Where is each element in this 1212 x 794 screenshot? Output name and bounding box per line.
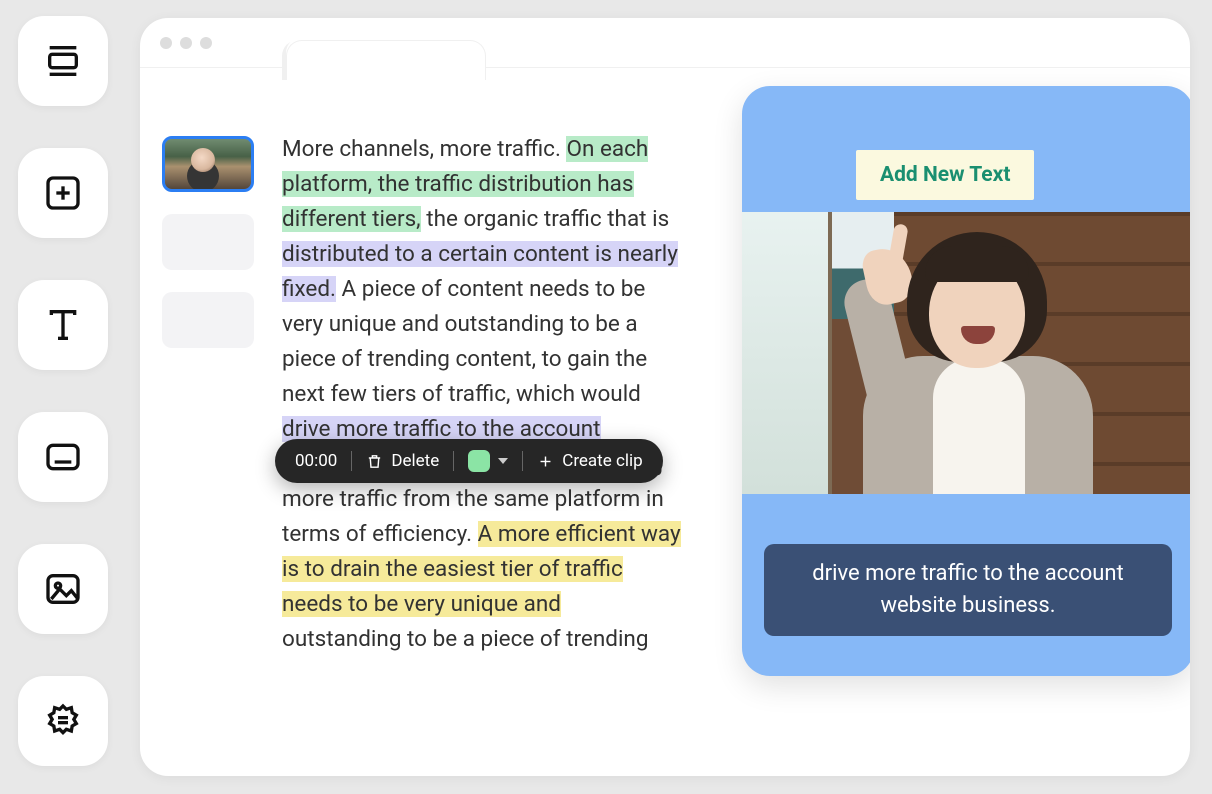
video-frame[interactable] — [742, 212, 1190, 494]
add-icon — [43, 173, 83, 213]
clip-thumb-2[interactable] — [162, 214, 254, 270]
layout-icon — [43, 41, 83, 81]
video-caption[interactable]: drive more traffic to the account websit… — [764, 544, 1172, 636]
transcript-panel: More channels, more traffic. On each pla… — [262, 88, 687, 776]
video-preview: Add New Text drive more traffic to the a… — [742, 86, 1190, 676]
delete-label: Delete — [391, 451, 439, 471]
minimize-dot[interactable] — [180, 37, 192, 49]
speaker-illustration — [837, 228, 1097, 488]
text-icon — [43, 305, 83, 345]
clip-thumb-3[interactable] — [162, 292, 254, 348]
transcript-text[interactable]: More channels, more traffic. On each pla… — [282, 132, 681, 657]
active-tab[interactable] — [286, 40, 486, 80]
tool-image[interactable] — [18, 544, 108, 634]
caption-line: drive more traffic to the account — [812, 561, 1123, 586]
toolbar-timestamp: 00:00 — [295, 451, 337, 471]
tool-subtitle[interactable] — [18, 412, 108, 502]
trash-icon — [366, 453, 383, 470]
clip-thumbnails — [162, 88, 262, 776]
tool-badge[interactable] — [18, 676, 108, 766]
window-controls[interactable] — [160, 37, 212, 49]
highlight-color-picker[interactable] — [468, 450, 508, 472]
maximize-dot[interactable] — [200, 37, 212, 49]
window-header — [140, 18, 1190, 68]
selection-toolbar: 00:00 Delete Cre — [275, 439, 663, 483]
toolbar-separator — [351, 451, 352, 471]
image-icon — [43, 569, 83, 609]
transcript-seg[interactable]: the organic traffic that is — [421, 206, 670, 232]
caption-line: website business. — [880, 593, 1055, 618]
transcript-seg[interactable]: outstanding to be a piece of trending — [282, 626, 648, 652]
close-dot[interactable] — [160, 37, 172, 49]
create-clip-button[interactable]: Create clip — [537, 451, 642, 471]
add-text-button[interactable]: Add New Text — [856, 150, 1034, 200]
subtitle-icon — [43, 437, 83, 477]
chevron-down-icon — [498, 458, 508, 464]
highlight-swatch — [468, 450, 490, 472]
clip-thumb-1[interactable] — [162, 136, 254, 192]
create-clip-label: Create clip — [562, 451, 642, 471]
editor-window: More channels, more traffic. On each pla… — [140, 18, 1190, 776]
tool-text[interactable] — [18, 280, 108, 370]
toolbar-separator — [453, 451, 454, 471]
toolbar-separator — [522, 451, 523, 471]
tool-add[interactable] — [18, 148, 108, 238]
tool-sidebar — [18, 16, 108, 766]
plus-icon — [537, 453, 554, 470]
transcript-seg[interactable]: More channels, more traffic. — [282, 136, 566, 162]
badge-icon — [43, 701, 83, 741]
tool-layout[interactable] — [18, 16, 108, 106]
delete-button[interactable]: Delete — [366, 451, 439, 471]
transcript-seg[interactable]: A piece of content needs to be very uniq… — [282, 276, 647, 407]
